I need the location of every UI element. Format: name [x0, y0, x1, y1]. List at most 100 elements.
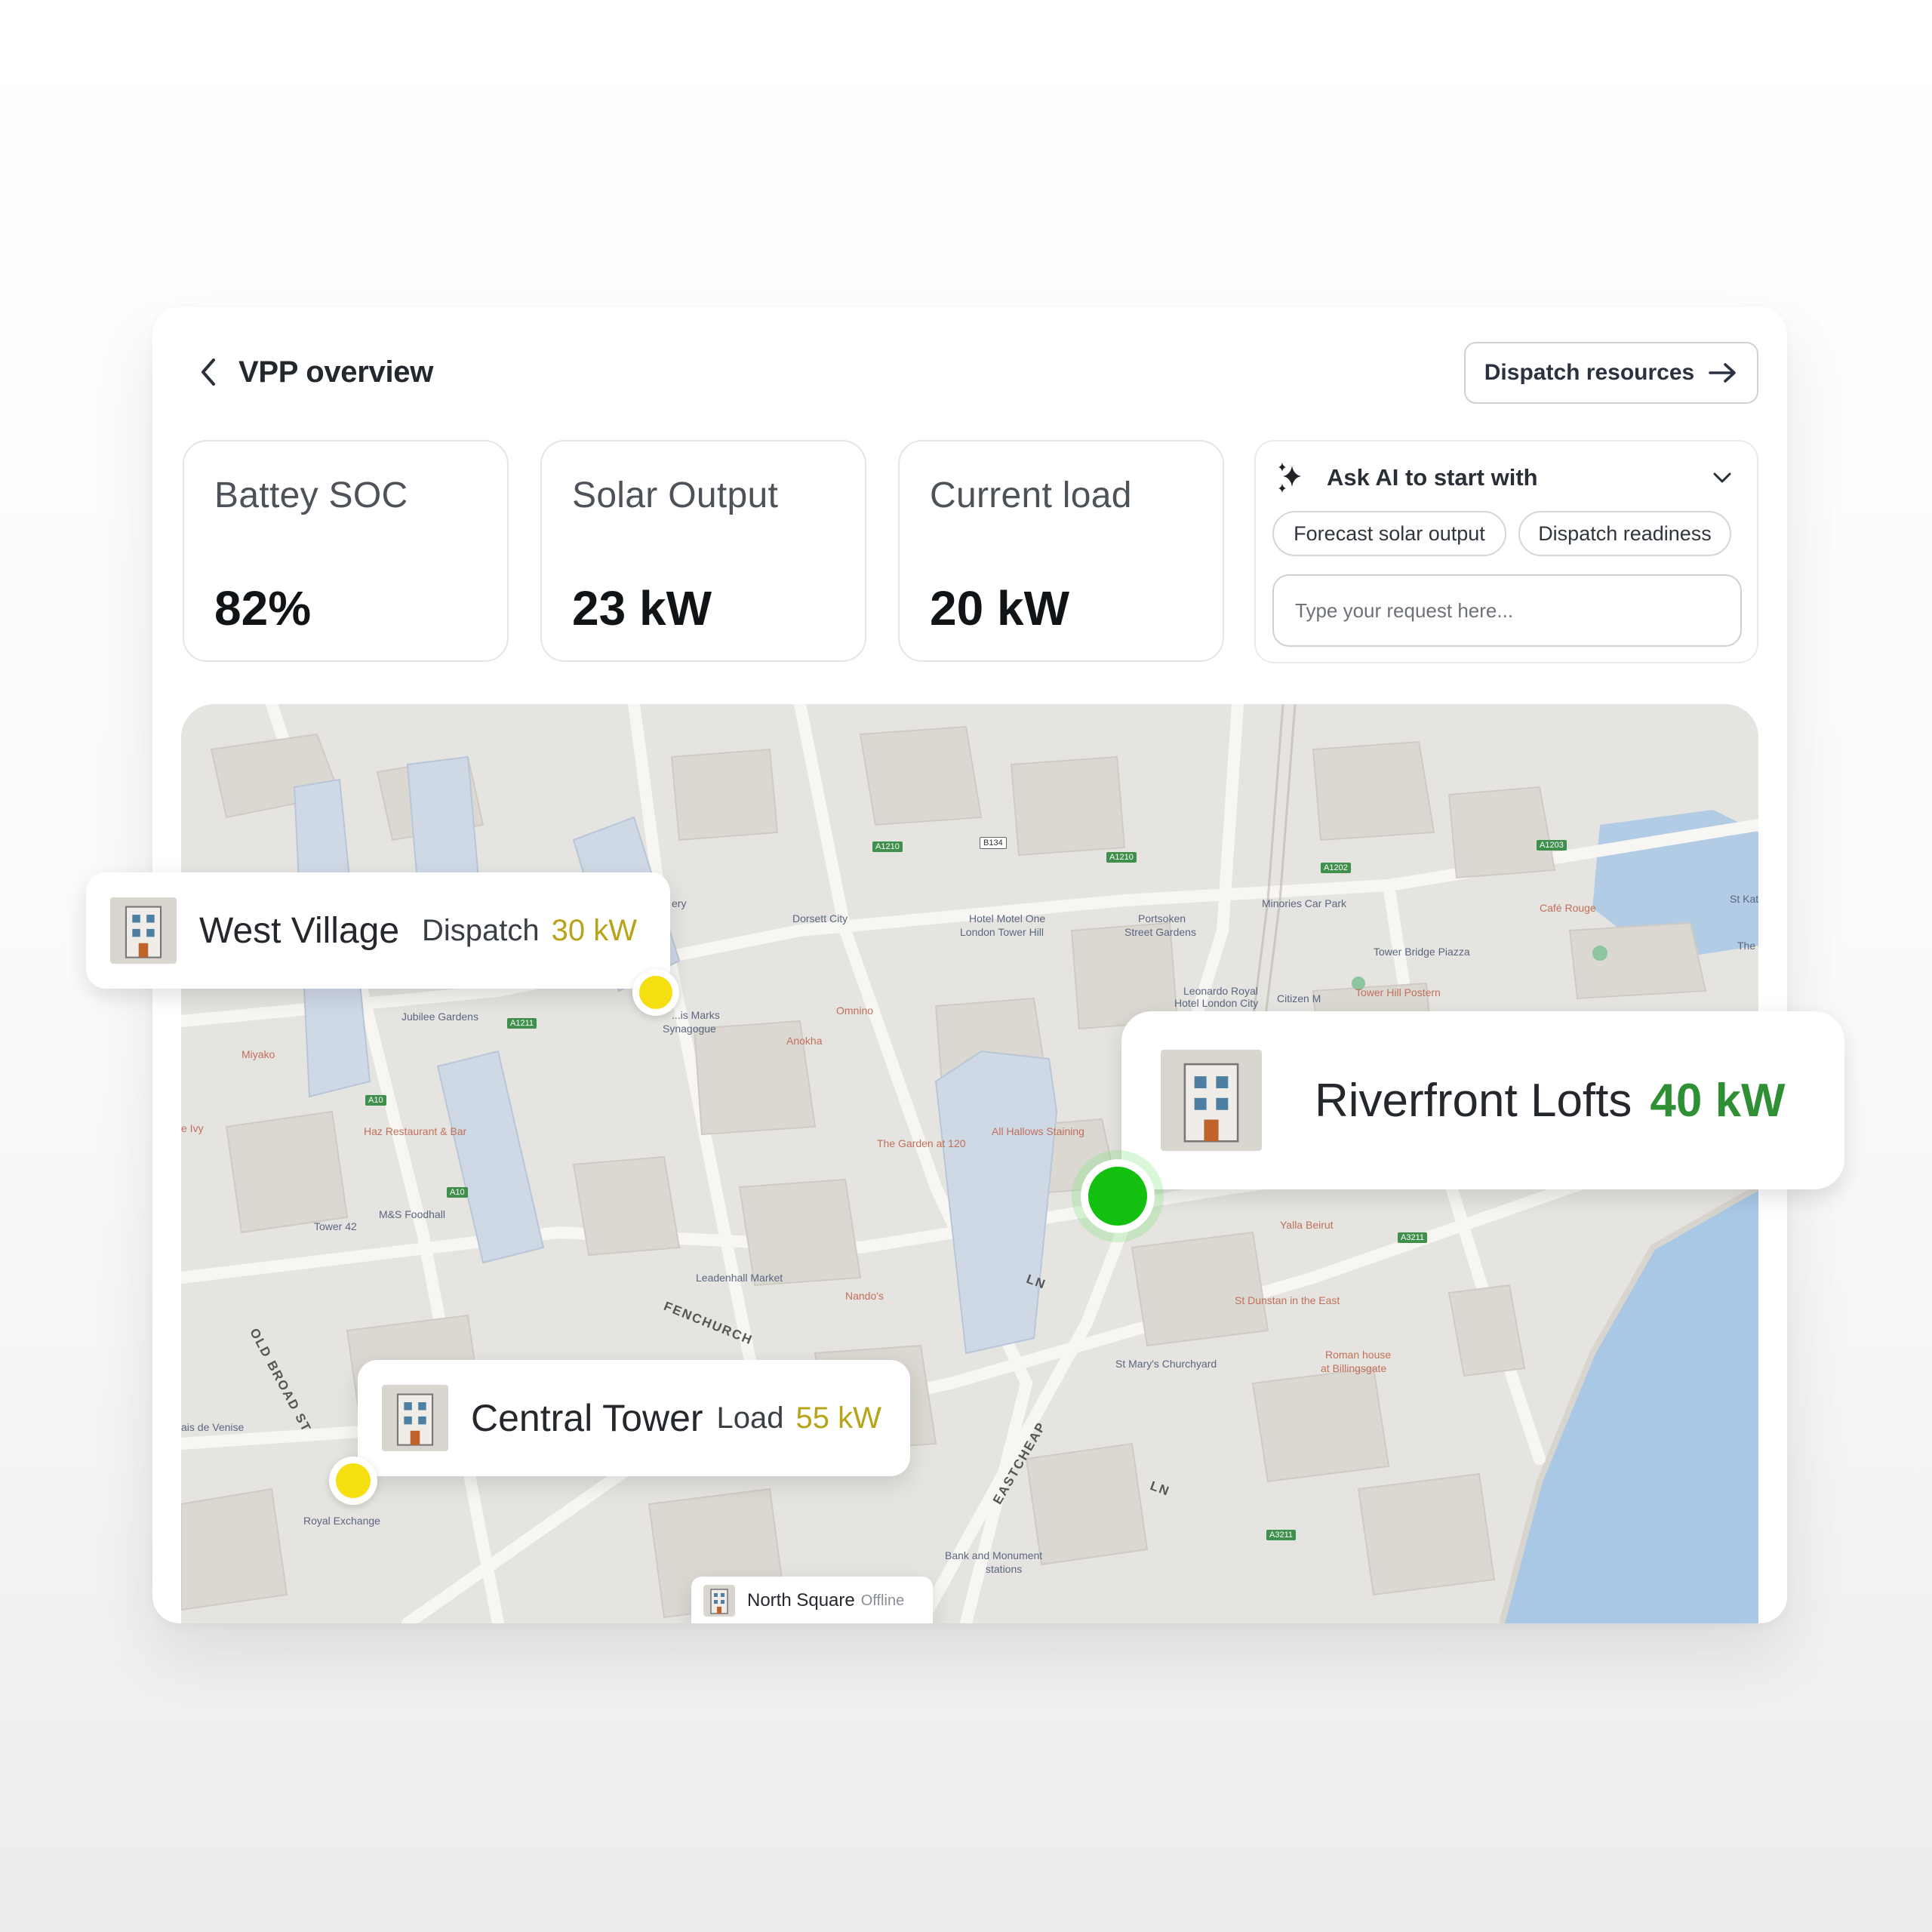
map-label: Leadenhall Market: [696, 1272, 783, 1284]
map-label: Portsoken: [1138, 912, 1186, 924]
status-dot: [336, 1463, 371, 1498]
suggestion-chip-dispatch-readiness[interactable]: Dispatch readiness: [1518, 511, 1731, 556]
map-label: St Kath: [1730, 893, 1758, 905]
header: VPP overview Dispatch resources: [152, 307, 1787, 443]
road-shield: B134: [980, 837, 1007, 849]
map-label: All Hallows Staining: [992, 1125, 1084, 1137]
map-label: Anokha: [786, 1035, 823, 1047]
metric-label: Current load: [930, 475, 1132, 515]
metric-label: Solar Output: [572, 475, 779, 515]
ask-ai-title: Ask AI to start with: [1327, 464, 1538, 491]
map-label: Haz Restaurant & Bar: [364, 1125, 467, 1137]
map-label: St Dunstan in the East: [1235, 1294, 1340, 1306]
map-label: Leonardo Royal: [1183, 985, 1258, 997]
site-callout-west-village[interactable]: West Village Dispatch 30 kW: [86, 872, 670, 989]
metric-value: 23 kW: [572, 581, 712, 635]
map-label: Roman house: [1325, 1349, 1392, 1361]
map-label: London Tower Hill: [960, 926, 1044, 938]
suggestion-chip-forecast-solar[interactable]: Forecast solar output: [1272, 511, 1506, 556]
map-label: Café Rouge: [1540, 902, 1596, 914]
map-label: Hotel Motel One: [969, 912, 1046, 924]
site-power: 40 kW: [1650, 1074, 1786, 1127]
arrow-right-icon: [1709, 363, 1737, 383]
map-label: Citizen M: [1277, 992, 1321, 1004]
map-label: Tower Bridge Piazza: [1374, 946, 1470, 958]
road-shield: A1202: [1321, 863, 1351, 873]
map-label: ...is Marks: [672, 1009, 720, 1021]
ai-request-input[interactable]: [1272, 574, 1742, 647]
road-shield: A1211: [507, 1018, 537, 1029]
building-glyph: [396, 1393, 434, 1446]
map-label: Hotel London City: [1174, 997, 1259, 1009]
map-label: Jubilee Gardens: [401, 1011, 478, 1023]
road-shield: A1203: [1537, 840, 1567, 851]
map-label: Dorsett City: [792, 912, 848, 924]
ask-ai-panel: Ask AI to start with Forecast solar outp…: [1254, 440, 1758, 663]
site-power: 55 kW: [795, 1401, 881, 1435]
site-action: Load: [716, 1401, 784, 1435]
map-label: Bank and Monument: [945, 1549, 1043, 1561]
dispatch-resources-label: Dispatch resources: [1484, 360, 1695, 385]
building-icon: [110, 897, 177, 964]
map-label: at Billingsgate: [1321, 1362, 1387, 1374]
building-glyph: [710, 1589, 728, 1614]
chevron-down-icon[interactable]: [1712, 467, 1733, 488]
map-label: ery: [672, 897, 687, 909]
map-label: M&S Foodhall: [379, 1208, 445, 1220]
road-shield: A3211: [1398, 1232, 1427, 1243]
site-pin-riverfront-lofts[interactable]: [1072, 1150, 1164, 1242]
map-label: Tower 42: [314, 1220, 357, 1232]
map-label: e Ivy: [181, 1122, 204, 1134]
site-callout-riverfront-lofts[interactable]: Riverfront Lofts 40 kW: [1121, 1011, 1844, 1189]
dispatch-resources-button[interactable]: Dispatch resources: [1464, 342, 1758, 404]
page-title: VPP overview: [238, 355, 434, 389]
map-label: ais de Venise: [181, 1421, 245, 1433]
site-name: Central Tower: [471, 1397, 703, 1439]
site-pin-central-tower[interactable]: [329, 1457, 377, 1505]
sparkle-icon: [1278, 463, 1301, 493]
map-label: The: [1737, 940, 1756, 952]
metric-card-current-load: Current load 20 kW: [898, 440, 1224, 662]
road-shield: A3211: [1266, 1530, 1296, 1540]
metric-card-battery-soc: Battey SOC 82%: [183, 440, 509, 662]
metric-value: 20 kW: [930, 581, 1069, 635]
road-shield: A10: [447, 1187, 468, 1198]
site-callout-central-tower[interactable]: Central Tower Load 55 kW: [358, 1360, 910, 1476]
site-action: Dispatch: [422, 913, 540, 947]
status-dot: [1088, 1167, 1147, 1226]
building-glyph: [125, 906, 162, 958]
site-name: Riverfront Lofts: [1315, 1074, 1632, 1127]
road-shield: A1210: [1106, 852, 1137, 863]
site-name: North Square: [747, 1590, 855, 1611]
site-callout-north-square[interactable]: North Square Offline: [691, 1577, 933, 1623]
building-icon: [1161, 1050, 1262, 1151]
map-label: stations: [986, 1563, 1023, 1575]
map-label: Omnino: [836, 1004, 874, 1017]
map-label: Tower Hill Postern: [1355, 986, 1441, 998]
site-name: West Village: [199, 910, 400, 951]
road-shield: A10: [365, 1095, 386, 1106]
metric-label: Battey SOC: [214, 475, 408, 515]
map-label: Miyako: [242, 1048, 275, 1060]
map-label: Street Gardens: [1124, 926, 1196, 938]
map-label: Synagogue: [663, 1023, 716, 1035]
building-icon: [382, 1385, 448, 1451]
site-power: 30 kW: [551, 913, 638, 947]
chevron-left-icon: [202, 358, 215, 386]
metric-card-solar-output: Solar Output 23 kW: [540, 440, 866, 662]
map-label: Yalla Beirut: [1280, 1219, 1334, 1231]
map-label: St Mary's Churchyard: [1115, 1358, 1217, 1370]
building-icon: [703, 1585, 735, 1617]
metric-value: 82%: [214, 581, 312, 635]
road-shield: A1210: [872, 841, 903, 852]
map-label: Minories Car Park: [1262, 897, 1347, 909]
site-status: Offline: [860, 1592, 905, 1609]
map-label: Nando's: [845, 1290, 884, 1302]
site-pin-west-village[interactable]: [632, 969, 679, 1016]
map-label: The Garden at 120: [877, 1137, 966, 1149]
ask-ai-header[interactable]: Ask AI to start with: [1275, 457, 1740, 499]
back-button[interactable]: [189, 352, 228, 392]
map-label: Royal Exchange: [303, 1515, 380, 1527]
building-glyph: [1183, 1063, 1239, 1143]
status-dot: [639, 976, 672, 1009]
